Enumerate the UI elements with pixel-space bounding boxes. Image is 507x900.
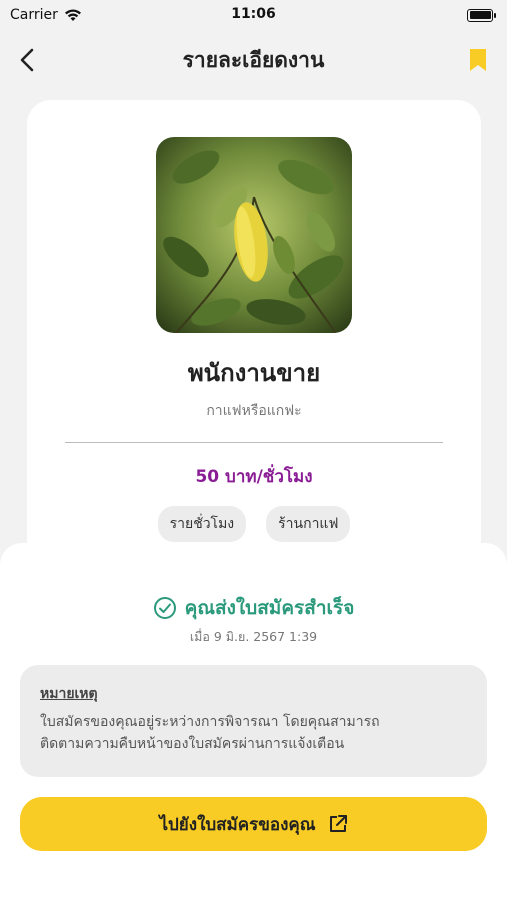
divider (65, 442, 443, 443)
go-to-application-button[interactable]: ไปยังใบสมัครของคุณ (20, 797, 487, 851)
note-line-1: ใบสมัครของคุณอยู่ระหว่างการพิจารณา โดยคุ… (40, 714, 380, 730)
back-button[interactable] (14, 46, 42, 74)
job-company: กาแฟหรือแกฟะ (206, 403, 302, 419)
bookmark-button[interactable] (467, 48, 489, 72)
job-title: พนักงานขาย (187, 359, 321, 387)
battery-icon (467, 8, 496, 22)
sent-time: เมื่อ 9 มิ.ย. 2567 1:39 (189, 629, 318, 644)
note-box: หมายเหตุ ใบสมัครของคุณอยู่ระหว่างการพิจา… (20, 665, 487, 777)
check-circle-icon (153, 597, 176, 619)
note-line-2: ติดตามความคืบหน้าของใบสมัครผ่านการแจ้งเต… (40, 736, 345, 753)
success-text: คุณส่งใบสมัครสำเร็จ (184, 597, 355, 619)
tag-hourly: รายชั่วโมง (157, 506, 247, 542)
job-pay: 50 บาท/ชั่วโมง (195, 467, 313, 487)
status-time: 11:06 (231, 6, 276, 22)
page-title: รายละเอียดงาน (182, 47, 325, 72)
application-sheet: คุณส่งใบสมัครสำเร็จ เมื่อ 9 มิ.ย. 2567 1… (0, 543, 507, 900)
cta-label: ไปยังใบสมัครของคุณ (159, 814, 316, 835)
note-body: ใบสมัครของคุณอยู่ระหว่างการพิจารณา โดยคุ… (40, 711, 467, 756)
success-row: คุณส่งใบสมัครสำเร็จ (0, 593, 507, 623)
status-bar: Carrier 11:06 (0, 0, 507, 30)
chevron-left-icon (20, 48, 34, 72)
note-title: หมายเหตุ (40, 686, 98, 702)
external-link-icon (329, 815, 347, 832)
nav-bar: รายละเอียดงาน (0, 38, 507, 82)
tag-coffee-shop: ร้านกาแฟ (266, 506, 351, 542)
job-tags: รายชั่วโมง ร้านกาแฟ (27, 506, 481, 542)
bookmark-icon (470, 49, 486, 71)
job-image (156, 137, 352, 333)
job-card: พนักงานขาย กาแฟหรือแกฟะ 50 บาท/ชั่วโมง ร… (27, 100, 481, 570)
